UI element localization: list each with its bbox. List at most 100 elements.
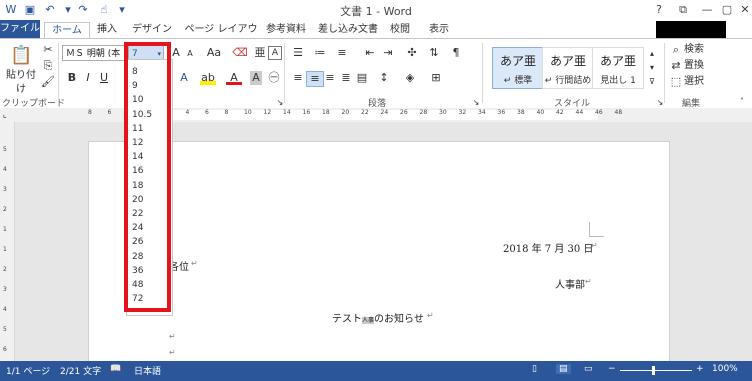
styles-scroll-up-icon[interactable]: ▴ xyxy=(644,47,660,61)
tab-selector-icon[interactable]: ⌞ xyxy=(3,110,7,119)
paragraph-mark: ↵ xyxy=(591,241,598,250)
character-shading-icon[interactable]: A xyxy=(250,71,262,85)
web-layout-icon[interactable]: ▭ xyxy=(584,364,593,374)
tab-mailings[interactable]: 差し込み文書 xyxy=(316,22,380,38)
paste-button-label[interactable]: 貼り付け xyxy=(4,69,38,97)
ruler-tick-label: 12 xyxy=(263,109,272,116)
select-icon[interactable]: ⬚ xyxy=(668,75,684,89)
tab-file[interactable]: ファイル xyxy=(0,20,40,38)
underline-icon[interactable]: U xyxy=(96,71,112,85)
date-text[interactable]: 2018 年 7 月 30 日 xyxy=(503,240,593,255)
multilevel-list-icon[interactable]: ≡ xyxy=(334,46,350,60)
find-icon[interactable]: ⌕ xyxy=(668,43,684,57)
align-right-icon[interactable]: ≡ xyxy=(322,71,338,85)
tab-home[interactable]: ホーム xyxy=(44,22,90,39)
change-case-icon[interactable]: Aa xyxy=(204,46,224,60)
font-color-icon[interactable]: A xyxy=(226,71,242,85)
page-count[interactable]: 1/1 ページ xyxy=(6,364,50,377)
account-area[interactable] xyxy=(656,21,726,38)
ruler-tick-label: 36 xyxy=(497,109,506,116)
ruler-tick-label: 42 xyxy=(556,109,564,116)
phonetic-guide-icon[interactable]: 亜 xyxy=(252,46,268,60)
tab-review[interactable]: 校閲 xyxy=(386,22,414,38)
text-effects-icon[interactable]: A xyxy=(176,71,192,85)
ruler-tick-label: 6 xyxy=(3,346,7,353)
replace-button[interactable]: 置換 xyxy=(684,59,704,73)
vertical-ruler[interactable]: 543211234567 xyxy=(0,122,15,373)
find-button[interactable]: 検索 xyxy=(684,43,704,57)
ruler-tick-label: 5 xyxy=(3,326,7,333)
styles-more-icon[interactable]: ⊽ xyxy=(644,75,660,89)
format-painter-icon[interactable]: 🖌 xyxy=(40,75,56,89)
ruler-tick-label: 26 xyxy=(400,109,408,116)
ruler-tick-label: 3 xyxy=(3,286,7,293)
ribbon-tabs: ファイル ホーム 挿入 デザイン ページ レイアウト 参考資料 差し込み文書 校… xyxy=(0,20,752,51)
character-border-icon[interactable]: A xyxy=(268,46,282,60)
ruler-tick-label: 10 xyxy=(244,109,252,116)
numbering-icon[interactable]: ≔ xyxy=(312,46,328,60)
decrease-indent-icon[interactable]: ⇤ xyxy=(362,46,378,60)
show-formatting-marks-icon[interactable]: ¶ xyxy=(448,46,464,60)
ribbon-display-options-button[interactable]: ⧉ xyxy=(672,2,694,17)
paragraph-mark: ↵ xyxy=(191,259,198,268)
zoom-slider-track[interactable] xyxy=(620,370,692,371)
distributed-icon[interactable]: ▤ xyxy=(354,71,370,85)
tab-references[interactable]: 参考資料 xyxy=(264,22,308,38)
align-left-icon[interactable]: ≡ xyxy=(290,71,306,85)
language-indicator[interactable]: 日本語 xyxy=(134,364,161,377)
replace-icon[interactable]: ⇄ xyxy=(668,59,684,73)
highlight-color-icon[interactable]: ab xyxy=(200,71,216,85)
paste-icon[interactable]: 📋 xyxy=(10,45,32,67)
style-sample: あア亜 xyxy=(599,54,636,68)
bold-icon[interactable]: B xyxy=(64,71,80,85)
read-mode-icon[interactable]: ▯ xyxy=(532,364,537,374)
horizontal-ruler[interactable]: ⌞ 86422468101214161820222426283032343638… xyxy=(0,108,752,123)
word-count[interactable]: 2/21 文字 xyxy=(60,364,101,377)
copy-icon[interactable]: ⎘ xyxy=(40,59,56,73)
annotation-highlight-frame xyxy=(124,42,171,312)
status-bar: 1/1 ページ 2/21 文字 📖 日本語 ▯ ▤ ▭ − + 100% xyxy=(0,361,752,381)
zoom-level[interactable]: 100% xyxy=(712,364,738,374)
enclose-characters-icon[interactable]: ㊀ xyxy=(266,71,282,85)
line-spacing-icon[interactable]: ↕ xyxy=(376,71,392,85)
help-button[interactable]: ? xyxy=(648,2,670,17)
minimize-button[interactable]: — xyxy=(696,2,718,17)
zoom-slider-thumb[interactable] xyxy=(652,366,655,375)
shading-icon[interactable]: ◈ xyxy=(402,71,418,85)
select-button[interactable]: 選択 xyxy=(684,75,704,89)
tab-design[interactable]: デザイン xyxy=(130,22,174,38)
justify-icon[interactable]: ≣ xyxy=(338,71,354,85)
collapse-ribbon-icon[interactable]: ˄ xyxy=(734,95,750,109)
style-heading-1[interactable]: あア亜 見出し 1 xyxy=(592,47,644,89)
separator xyxy=(284,43,285,103)
clear-formatting-icon[interactable]: ⌫ xyxy=(232,46,248,60)
close-button[interactable]: ✕ xyxy=(734,2,752,17)
paragraph-mark: ↵ xyxy=(169,332,176,341)
ruler-tick-label: 4 xyxy=(185,109,190,116)
tab-view[interactable]: 表示 xyxy=(424,22,454,38)
italic-icon[interactable]: I xyxy=(80,71,96,85)
document-page[interactable]: 2018 年 7 月 30 日 ↵ 各位 ↵ 人事部 ↵ テスト人事のお知らせ … xyxy=(88,141,670,362)
increase-indent-icon[interactable]: ⇥ xyxy=(380,46,396,60)
zoom-out-button[interactable]: − xyxy=(608,364,616,374)
tab-insert[interactable]: 挿入 xyxy=(92,22,122,38)
style-name: ↵ 標準 xyxy=(503,76,533,86)
subject-text[interactable]: テスト人事のお知らせ xyxy=(332,310,424,325)
style-no-spacing[interactable]: あア亜 ↵ 行間詰め xyxy=(542,47,594,89)
shrink-font-icon[interactable]: A xyxy=(182,47,198,61)
borders-icon[interactable]: ⊞ xyxy=(428,71,444,85)
cut-icon[interactable]: ✂ xyxy=(40,43,56,57)
ruler-tick-label: 16 xyxy=(302,109,311,116)
font-name-box[interactable]: ＭＳ 明朝 (本 xyxy=(62,45,126,61)
style-normal[interactable]: あア亜 ↵ 標準 xyxy=(492,47,544,89)
asian-layout-icon[interactable]: ✣ xyxy=(404,46,420,60)
styles-scroll-down-icon[interactable]: ▾ xyxy=(644,61,660,75)
print-layout-icon[interactable]: ▤ xyxy=(556,364,571,374)
tab-page-layout[interactable]: ページ レイアウト xyxy=(182,22,260,51)
sort-icon[interactable]: ⇅ xyxy=(426,46,442,60)
bullets-icon[interactable]: ☰ xyxy=(290,46,306,60)
department-text[interactable]: 人事部 xyxy=(555,276,585,291)
zoom-in-button[interactable]: + xyxy=(696,364,704,374)
proofing-icon[interactable]: 📖 xyxy=(110,364,121,374)
selected-text[interactable]: 人事 xyxy=(362,317,375,324)
